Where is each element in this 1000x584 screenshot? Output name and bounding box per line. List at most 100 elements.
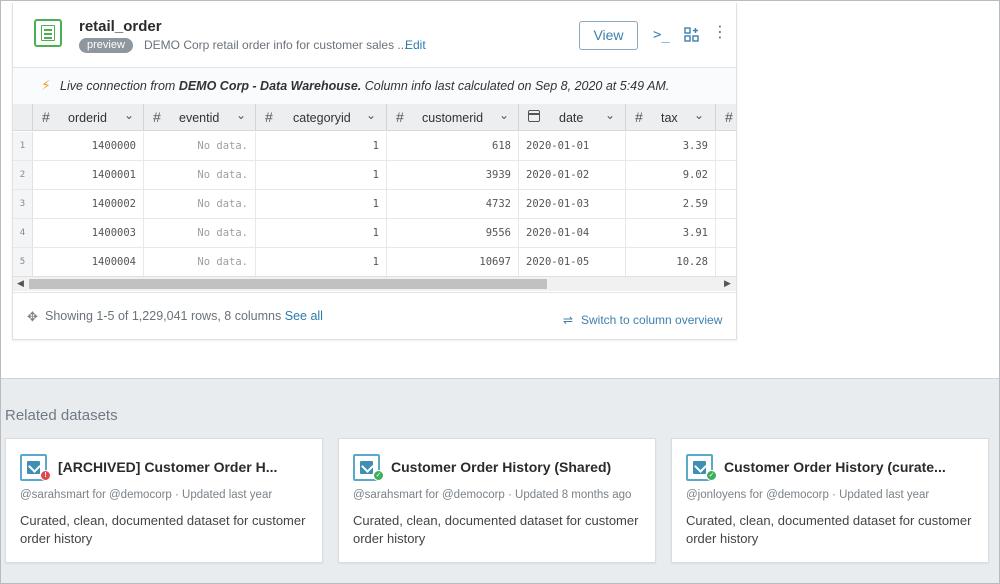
chevron-down-icon[interactable]: ⌄: [694, 108, 704, 122]
column-header-date[interactable]: date ⌄: [519, 104, 626, 131]
cell-tax: 3.91: [626, 219, 716, 247]
cell-eventid: No data.: [144, 132, 256, 160]
chevron-down-icon[interactable]: ⌄: [499, 108, 509, 122]
cell-date: 2020-01-03: [519, 190, 626, 218]
table-header: # orderid ⌄ # eventid ⌄ # categoryid ⌄ #…: [13, 104, 736, 131]
shuffle-icon[interactable]: ⇌: [563, 313, 573, 327]
check-status-icon: ✓: [373, 470, 384, 481]
column-header-next[interactable]: #: [716, 104, 736, 131]
horizontal-scrollbar[interactable]: ◀ ▶: [13, 276, 736, 291]
cell-orderid: 1400001: [33, 161, 144, 189]
switch-to-column-overview-link[interactable]: Switch to column overview: [581, 313, 722, 327]
apps-icon[interactable]: [684, 27, 699, 46]
related-dataset-title[interactable]: Customer Order History (curate...: [724, 459, 978, 475]
row-number: 4: [13, 219, 33, 247]
cell-date: 2020-01-02: [519, 161, 626, 189]
related-dataset-card[interactable]: ✓ Customer Order History (curate... @jon…: [671, 438, 989, 563]
cell-categoryid: 1: [256, 161, 387, 189]
row-number: 5: [13, 248, 33, 276]
table-row: 3 1400002 No data. 1 4732 2020-01-03 2.59: [13, 190, 736, 219]
related-dataset-meta: @sarahsmart for @democorp · Updated 8 mo…: [353, 489, 632, 501]
related-datasets-section: Related datasets ! [ARCHIVED] Customer O…: [1, 378, 999, 583]
related-dataset-title[interactable]: Customer Order History (Shared): [391, 459, 645, 475]
cell-customerid: 10697: [387, 248, 519, 276]
app-frame: retail_order preview DEMO Corp retail or…: [0, 0, 1000, 584]
cell-eventid: No data.: [144, 248, 256, 276]
related-datasets-title: Related datasets: [5, 407, 118, 424]
cell-eventid: No data.: [144, 219, 256, 247]
scroll-right-icon[interactable]: ▶: [724, 278, 731, 289]
cell-date: 2020-01-04: [519, 219, 626, 247]
column-header-orderid[interactable]: # orderid ⌄: [33, 104, 144, 131]
cell-next-column: [716, 219, 736, 247]
cell-orderid: 1400003: [33, 219, 144, 247]
cell-tax: 9.02: [626, 161, 716, 189]
row-number: 3: [13, 190, 33, 218]
live-connection-text: Live connection from DEMO Corp - Data Wa…: [60, 79, 670, 93]
row-number-header: [13, 104, 33, 131]
number-type-icon: #: [725, 109, 733, 125]
cell-orderid: 1400004: [33, 248, 144, 276]
row-count-text: Showing 1-5 of 1,229,041 rows, 8 columns…: [45, 309, 323, 323]
number-type-icon: #: [153, 109, 161, 125]
move-icon: ✥: [27, 309, 38, 324]
live-connection-bar: ⚡ Live connection from DEMO Corp - Data …: [13, 67, 736, 104]
related-dataset-card[interactable]: ! [ARCHIVED] Customer Order H... @sarahs…: [5, 438, 323, 563]
cell-tax: 3.39: [626, 132, 716, 160]
table-row: 2 1400001 No data. 1 3939 2020-01-02 9.02: [13, 161, 736, 190]
cell-categoryid: 1: [256, 190, 387, 218]
view-button[interactable]: View: [579, 21, 638, 50]
chevron-down-icon[interactable]: ⌄: [124, 108, 134, 122]
cell-tax: 2.59: [626, 190, 716, 218]
edit-description-link[interactable]: Edit: [405, 38, 426, 52]
column-header-categoryid[interactable]: # categoryid ⌄: [256, 104, 387, 131]
column-header-tax[interactable]: # tax ⌄: [626, 104, 716, 131]
chevron-down-icon[interactable]: ⌄: [366, 108, 376, 122]
cell-customerid: 618: [387, 132, 519, 160]
cell-date: 2020-01-01: [519, 132, 626, 160]
dataset-title[interactable]: retail_order: [79, 18, 162, 35]
number-type-icon: #: [265, 109, 273, 125]
cell-customerid: 4732: [387, 190, 519, 218]
scroll-left-icon[interactable]: ◀: [17, 278, 24, 289]
check-status-icon: ✓: [706, 470, 717, 481]
terminal-icon[interactable]: >_: [653, 27, 670, 43]
chevron-down-icon[interactable]: ⌄: [605, 108, 615, 122]
archived-status-icon: !: [40, 470, 51, 481]
more-icon[interactable]: ⋮: [712, 25, 728, 41]
dataset-preview-card: retail_order preview DEMO Corp retail or…: [12, 3, 737, 340]
dataset-table-icon: [34, 19, 62, 47]
related-dataset-title[interactable]: [ARCHIVED] Customer Order H...: [58, 459, 312, 475]
number-type-icon: #: [635, 109, 643, 125]
cell-orderid: 1400000: [33, 132, 144, 160]
cell-next-column: [716, 161, 736, 189]
lightning-icon: ⚡: [41, 77, 51, 93]
table-row: 1 1400000 No data. 1 618 2020-01-01 3.39: [13, 132, 736, 161]
column-header-eventid[interactable]: # eventid ⌄: [144, 104, 256, 131]
number-type-icon: #: [396, 109, 404, 125]
dataset-description: DEMO Corp retail order info for customer…: [144, 38, 408, 52]
cell-categoryid: 1: [256, 132, 387, 160]
number-type-icon: #: [42, 109, 50, 125]
data-preview-table: # orderid ⌄ # eventid ⌄ # categoryid ⌄ #…: [13, 104, 736, 276]
column-header-customerid[interactable]: # customerid ⌄: [387, 104, 519, 131]
cell-categoryid: 1: [256, 248, 387, 276]
table-footer: ✥ Showing 1-5 of 1,229,041 rows, 8 colum…: [13, 292, 736, 340]
table-row: 5 1400004 No data. 1 10697 2020-01-05 10.28: [13, 248, 736, 276]
cell-customerid: 9556: [387, 219, 519, 247]
calendar-icon: [528, 110, 540, 122]
cell-eventid: No data.: [144, 161, 256, 189]
cell-customerid: 3939: [387, 161, 519, 189]
related-dataset-description: Curated, clean, documented dataset for c…: [686, 513, 972, 546]
related-dataset-description: Curated, clean, documented dataset for c…: [20, 513, 306, 546]
cell-next-column: [716, 190, 736, 218]
cell-orderid: 1400002: [33, 190, 144, 218]
cell-tax: 10.28: [626, 248, 716, 276]
related-dataset-meta: @sarahsmart for @democorp · Updated last…: [20, 489, 273, 501]
scrollbar-thumb[interactable]: [29, 279, 547, 289]
related-dataset-meta: @jonloyens for @democorp · Updated last …: [686, 489, 930, 501]
chevron-down-icon[interactable]: ⌄: [236, 108, 246, 122]
related-dataset-card[interactable]: ✓ Customer Order History (Shared) @sarah…: [338, 438, 656, 563]
see-all-link[interactable]: See all: [285, 309, 323, 323]
cell-date: 2020-01-05: [519, 248, 626, 276]
